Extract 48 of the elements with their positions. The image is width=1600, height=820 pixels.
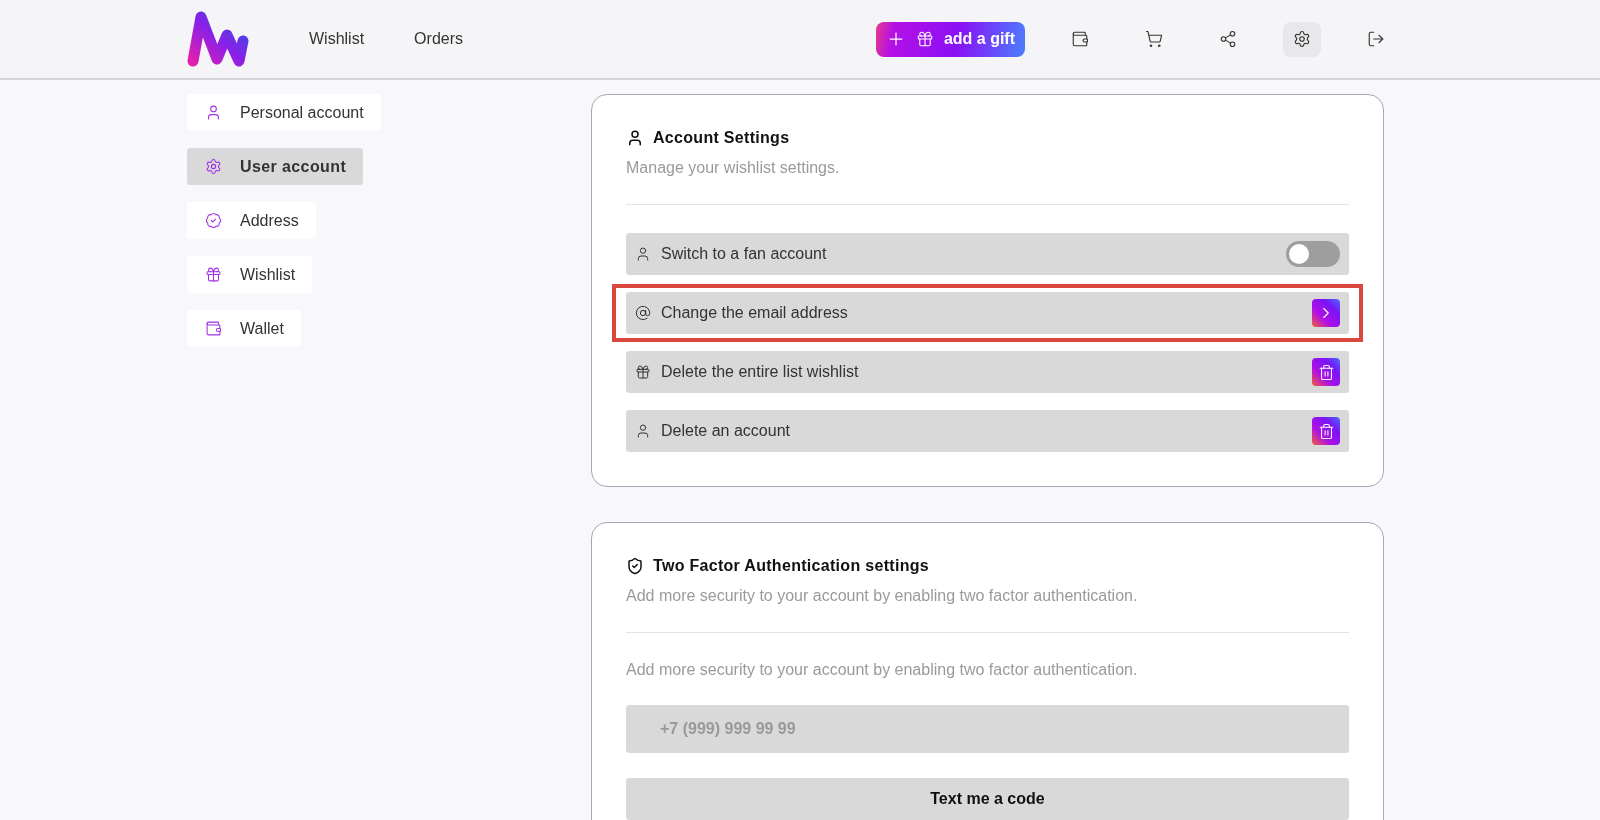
wallet-icon [1071, 30, 1089, 48]
trash-icon [1317, 363, 1335, 381]
user-icon [635, 246, 651, 262]
nav-link[interactable]: Wishlist [309, 30, 365, 48]
settings-row[interactable]: Delete the entire list wishlist [626, 351, 1349, 393]
row-label: Switch to a fan account [661, 245, 828, 263]
settings-icon [205, 158, 222, 175]
delete-button[interactable] [1312, 358, 1340, 386]
gift-icon [205, 266, 222, 283]
user-icon [635, 423, 651, 439]
gift-icon [915, 30, 934, 48]
settings-button[interactable] [1283, 21, 1321, 57]
card-subtitle: Manage your wishlist settings. [626, 159, 841, 177]
row-label: Change the email address [661, 304, 849, 322]
text-me-a-code-button[interactable]: Text me a code [626, 778, 1349, 820]
logout-icon [1367, 30, 1385, 48]
settings-row[interactable]: Switch to a fan account [626, 233, 1349, 275]
delete-button[interactable] [1312, 417, 1340, 445]
settings-row[interactable]: Change the email address [626, 292, 1349, 334]
badge-check-icon [205, 212, 222, 229]
phone-input-field[interactable]: +7 (999) 999 99 99 [626, 705, 1349, 753]
sidebar-item[interactable]: Wallet [187, 310, 301, 347]
settings-icon [1293, 30, 1311, 48]
toggle-switch[interactable] [1286, 241, 1340, 267]
shield-check-icon [626, 557, 644, 575]
chevron-button[interactable] [1312, 299, 1340, 327]
row-label: Delete the entire list wishlist [661, 363, 860, 381]
at-sign-icon [635, 305, 651, 321]
share-icon [1219, 30, 1237, 48]
description-text: Add more security to your account by enabling two factor authentication. [626, 661, 1139, 679]
sidebar-item[interactable]: Personal account [187, 94, 381, 131]
nav-link[interactable]: Orders [414, 30, 463, 48]
wallet-icon [205, 320, 222, 337]
card-title: Two Factor Authentication settings [653, 557, 929, 575]
add-gift-button[interactable]: add a gift [875, 21, 1025, 57]
sidebar-item[interactable]: Wishlist [187, 256, 313, 293]
user-icon [626, 129, 644, 147]
settings-row[interactable]: Delete an account [626, 410, 1349, 452]
cart-icon [1145, 30, 1163, 48]
user-icon [205, 104, 222, 121]
row-label: Delete an account [661, 422, 791, 440]
card-title: Account Settings [653, 129, 790, 147]
sidebar-item[interactable]: User account [187, 148, 364, 185]
logo-icon[interactable] [187, 11, 249, 67]
trash-icon [1317, 422, 1335, 440]
card-subtitle: Add more security to your account by enabling two factor authentication. [626, 587, 1139, 605]
gift-icon [635, 364, 651, 380]
sidebar-item[interactable]: Address [187, 202, 316, 239]
